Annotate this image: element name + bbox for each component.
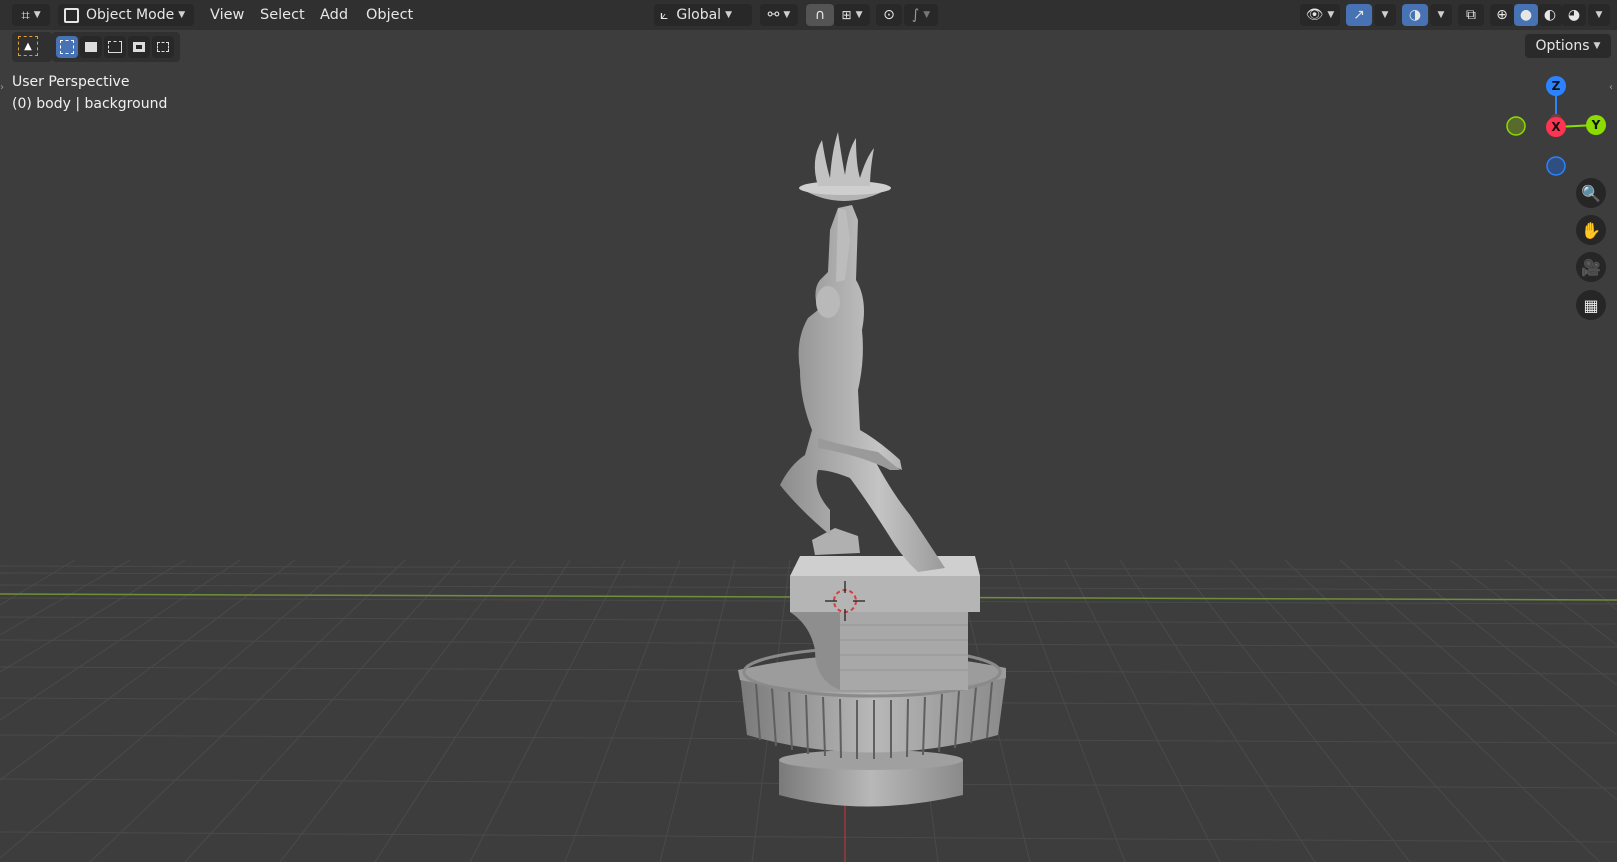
menu-add[interactable]: Add [316,4,352,26]
falloff-dropdown[interactable]: ∫ ▼ [904,4,938,26]
select-new-icon [60,40,74,54]
mode-label: Object Mode [86,7,175,23]
select-set-new-button[interactable] [56,36,78,58]
zoom-icon: 🔍 [1581,183,1601,203]
falloff-curve-icon: ∫ [911,7,920,23]
select-invert-icon [133,42,145,52]
select-box-tool-icon[interactable]: ▲ [18,36,38,56]
chevron-down-icon: ▼ [33,10,41,20]
tool-icon-panel: ▲ [12,32,52,62]
gizmo-icon: ↗ [1353,7,1365,23]
object-mode-icon [64,7,79,23]
gizmo-toggle[interactable]: ↗ [1346,4,1372,26]
pivot-icon: ⚯ [767,7,780,23]
snap-increment-icon: ⊞ [841,8,852,22]
zoom-button[interactable]: 🔍 [1576,178,1606,208]
wireframe-sphere-icon: ⊕ [1496,7,1508,23]
xray-toggle[interactable]: ⧉ [1458,4,1484,26]
solid-sphere-icon: ● [1519,7,1533,23]
proportional-edit-toggle[interactable]: ⊙ [876,4,902,26]
object-info-label: (0) body | background [12,96,168,112]
pan-button[interactable]: ✋ [1576,215,1606,245]
select-invert-button[interactable] [128,36,150,58]
viewport-3d[interactable] [0,0,1617,862]
shading-rendered-button[interactable]: ◕ [1562,4,1586,26]
menu-view[interactable]: View [206,4,248,26]
select-intersect-button[interactable] [152,36,174,58]
magnet-icon: ∩ [814,7,826,23]
shading-dropdown[interactable]: ▼ [1588,4,1610,26]
select-intersect-icon [157,42,169,52]
select-extend-icon [85,42,97,52]
xray-icon: ⧉ [1466,7,1476,23]
proportional-edit-icon: ⊙ [883,7,895,23]
chevron-down-icon: ▼ [1593,41,1601,51]
options-label: Options [1535,38,1590,54]
select-subtract-button[interactable] [104,36,126,58]
view-name-label: User Perspective [12,74,130,90]
orientation-icon: ⟀ [660,7,669,23]
chevron-down-icon: ▼ [725,10,732,20]
chevron-down-icon: ▼ [1381,10,1389,20]
chevron-down-icon: ▼ [1595,10,1603,20]
axis-z-handle[interactable]: Z [1546,76,1566,96]
overlays-icon: ◑ [1408,7,1422,23]
chevron-down-icon: ▼ [855,10,863,20]
chevron-down-icon: ▼ [178,10,186,20]
shading-material-button[interactable]: ◐ [1538,4,1562,26]
selection-mode-group [52,32,180,62]
axis-x-handle[interactable]: X [1546,117,1566,137]
shading-solid-button[interactable]: ● [1514,4,1538,26]
snap-target-dropdown[interactable]: ⊞ ▼ [834,4,870,26]
axis-neg-z-handle [1546,156,1566,176]
menu-select[interactable]: Select [256,4,309,26]
select-extend-button[interactable] [80,36,102,58]
gizmo-dropdown[interactable]: ▼ [1374,4,1396,26]
select-subtract-icon [108,41,122,53]
axis-y-handle[interactable]: Y [1586,115,1606,135]
overlays-toggle[interactable]: ◑ [1402,4,1428,26]
chevron-down-icon: ▼ [783,10,791,20]
shading-wireframe-button[interactable]: ⊕ [1490,4,1514,26]
statue-model[interactable] [738,132,1006,807]
overlays-dropdown[interactable]: ▼ [1430,4,1452,26]
material-sphere-icon: ◐ [1543,7,1557,23]
mode-dropdown[interactable]: Object Mode ▼ [58,4,194,26]
snap-toggle[interactable]: ∩ [806,4,834,26]
editor-type-button[interactable]: ⌗ ▼ [12,4,50,26]
orientation-label: Global [676,7,722,23]
rendered-sphere-icon: ◕ [1567,7,1581,23]
options-dropdown[interactable]: Options ▼ [1525,34,1611,58]
toolbar-expand-arrow-icon[interactable]: › [0,82,4,93]
viewport-header: ⌗ ▼ Object Mode ▼ View Select Add Object … [0,0,1617,30]
perspective-toggle-button[interactable]: ▦ [1576,290,1606,320]
grid-perspective-icon: ▦ [1583,295,1599,315]
pivot-point-dropdown[interactable]: ⚯ ▼ [760,4,798,26]
camera-view-button[interactable]: 🎥 [1576,252,1606,282]
chevron-down-icon: ▼ [1327,10,1335,20]
transform-grid-icon: ⌗ [21,6,30,24]
chevron-down-icon: ▼ [923,10,931,20]
chevron-down-icon: ▼ [1437,10,1445,20]
menu-object[interactable]: Object [362,4,417,26]
axis-neg-y-handle [1506,116,1526,136]
orientation-dropdown[interactable]: ⟀ Global ▼ [654,4,752,26]
hand-icon: ✋ [1581,220,1601,240]
visibility-dropdown[interactable]: 👁 ▼ [1300,4,1340,26]
eye-icon: 👁 [1305,7,1324,23]
camera-icon: 🎥 [1581,257,1601,277]
tool-settings-bar: ▲ Options ▼ [0,30,1617,64]
